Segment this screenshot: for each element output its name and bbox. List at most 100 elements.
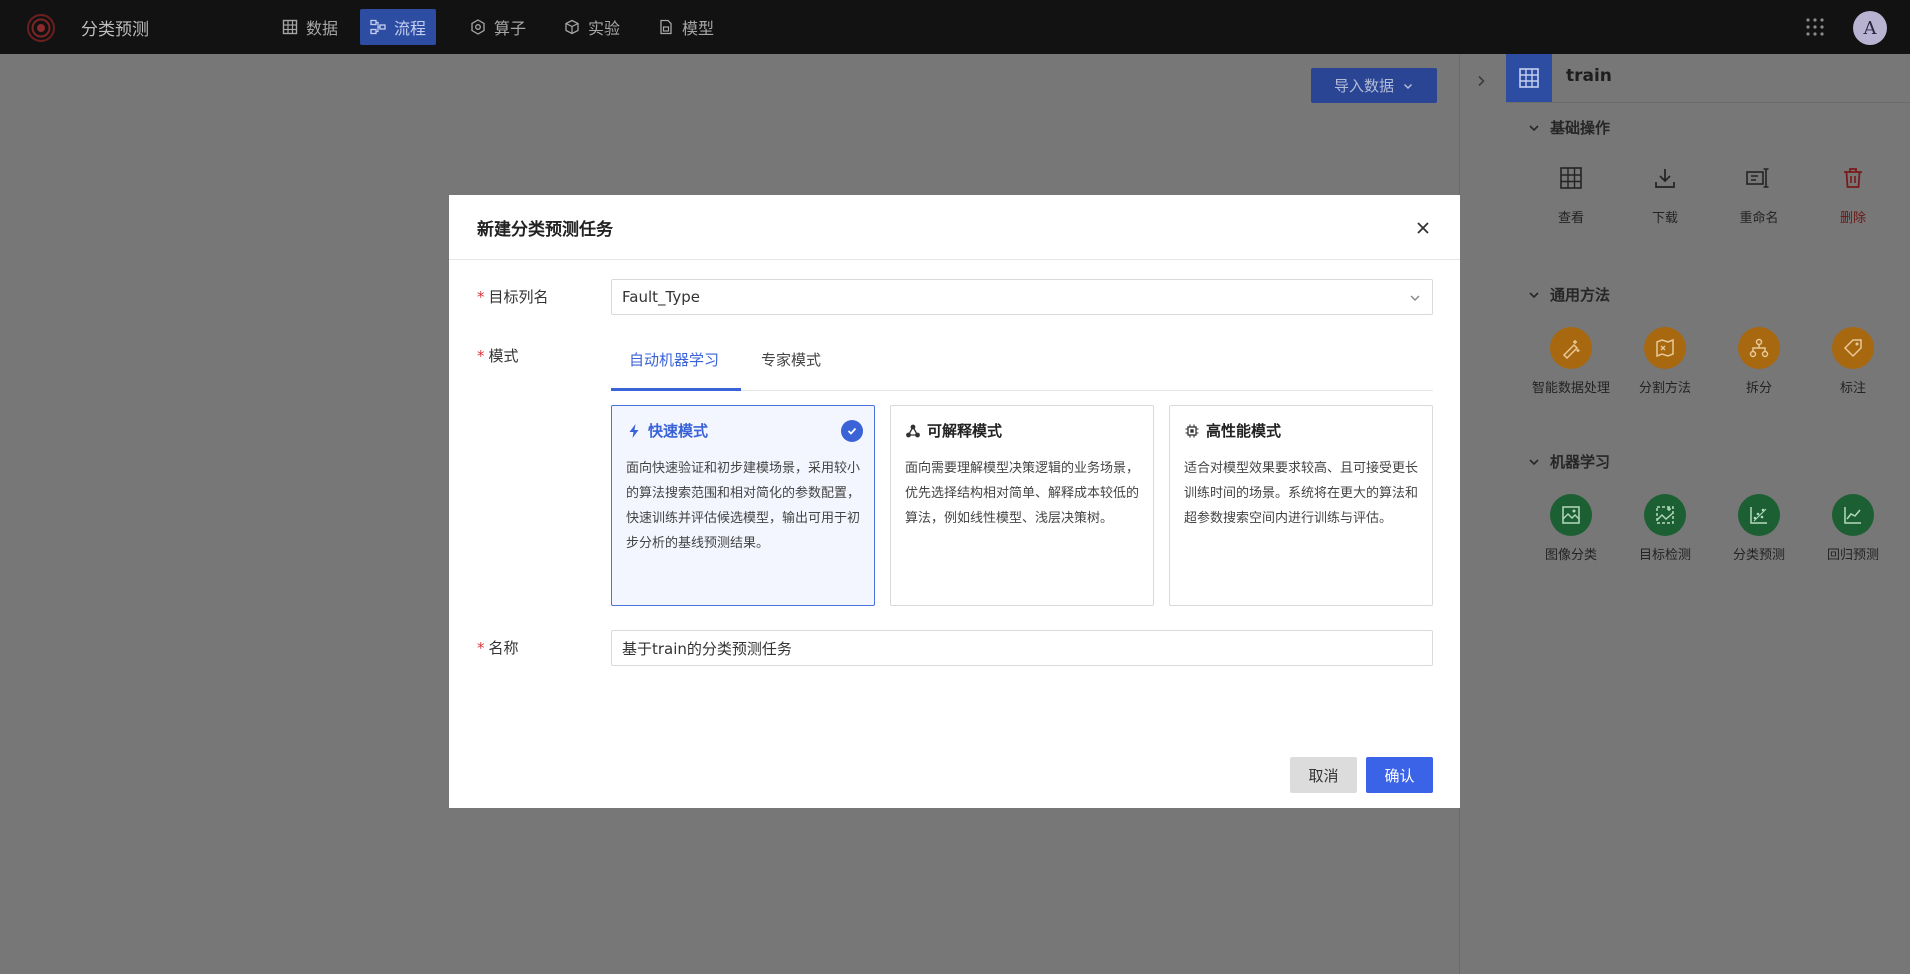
input-value: 基于train的分类预测任务 [622, 639, 792, 658]
apps-grid-icon[interactable] [1805, 17, 1825, 37]
tool-regression-prediction[interactable]: 回归预测 [1808, 494, 1898, 563]
card-description: 适合对模型效果要求较高、且可接受更长训练时间的场景。系统将在更大的算法和超参数搜… [1184, 461, 1419, 526]
tool-annotate[interactable]: 标注 [1808, 327, 1898, 396]
table-icon [282, 19, 298, 35]
label-text: 名称 [488, 639, 519, 657]
nav-item-label: 流程 [394, 19, 427, 38]
dataset-name: train [1566, 66, 1612, 86]
rename-icon [1746, 168, 1769, 188]
tab-automl[interactable]: 自动机器学习 [629, 349, 719, 386]
scatter-chart-icon [1750, 507, 1767, 524]
tool-rename[interactable]: 重命名 [1714, 157, 1804, 226]
tool-label: 拆分 [1745, 381, 1772, 396]
tool-object-detection[interactable]: 目标检测 [1620, 494, 1710, 563]
top-bar: 分类预测 数据 流程 算子 实验 模型 A [0, 0, 1910, 54]
app-logo-icon[interactable] [26, 13, 56, 43]
tool-label: 下载 [1651, 211, 1678, 226]
new-task-modal: 新建分类预测任务 * 目标列名 Fault_Type * 模式 自动机器学习 专家模… [449, 195, 1460, 808]
close-button[interactable] [1412, 217, 1434, 239]
card-description: 面向快速验证和初步建模场景，采用较小的算法搜索范围和相对简化的参数配置，快速训练… [626, 461, 861, 551]
task-name-input[interactable]: 基于train的分类预测任务 [611, 630, 1433, 666]
tool-delete[interactable]: 删除 [1808, 157, 1898, 226]
tool-classification-prediction[interactable]: 分类预测 [1714, 494, 1804, 563]
modal-divider [449, 259, 1460, 260]
chevron-down-icon [1529, 124, 1539, 131]
section-title: 基础操作 [1550, 119, 1611, 137]
object-detect-icon [1656, 506, 1674, 524]
nav-item-models[interactable]: 模型 [648, 9, 724, 45]
map-split-icon [1656, 338, 1674, 358]
model-icon [660, 19, 672, 35]
card-title-text: 高性能模式 [1206, 422, 1282, 440]
nav-item-label: 模型 [682, 19, 715, 38]
tool-label: 分类预测 [1732, 548, 1785, 563]
mode-tabs: 自动机器学习 专家模式 [611, 335, 1433, 391]
label-text: 目标列名 [488, 288, 549, 306]
cube-icon [565, 19, 579, 35]
chevron-right-icon[interactable] [1474, 74, 1488, 88]
nav-item-label: 数据 [306, 19, 339, 38]
nav-item-experiments[interactable]: 实验 [554, 9, 630, 45]
select-value: Fault_Type [622, 288, 700, 306]
mode-label: * 模式 [477, 345, 519, 366]
import-data-label: 导入数据 [1333, 77, 1394, 95]
card-title-text: 快速模式 [648, 422, 709, 440]
target-column-select[interactable]: Fault_Type [611, 279, 1433, 315]
cancel-button[interactable]: 取消 [1290, 757, 1357, 793]
dataset-table-icon [1506, 54, 1552, 102]
tool-image-classification[interactable]: 图像分类 [1526, 494, 1616, 563]
mode-card-fast[interactable]: 快速模式 面向快速验证和初步建模场景，采用较小的算法搜索范围和相对简化的参数配置… [611, 405, 875, 606]
tool-smart-data-processing[interactable]: 智能数据处理 [1526, 327, 1616, 396]
name-label: * 名称 [477, 637, 519, 658]
label-text: 模式 [488, 347, 519, 365]
nav-item-data[interactable]: 数据 [272, 9, 348, 45]
tab-expert-mode[interactable]: 专家模式 [761, 349, 821, 386]
tool-label: 删除 [1839, 211, 1866, 226]
tool-label: 目标检测 [1638, 548, 1691, 563]
tool-label: 回归预测 [1826, 548, 1879, 563]
app-title: 分类预测 [81, 20, 149, 40]
chevron-down-icon [1529, 291, 1539, 298]
section-title: 通用方法 [1550, 286, 1611, 304]
mode-card-explainable[interactable]: 可解释模式 面向需要理解模型决策逻辑的业务场景，优先选择结构相对简单、解释成本较… [890, 405, 1154, 606]
nav-item-operators[interactable]: 算子 [460, 9, 536, 45]
chevron-down-icon [1529, 458, 1539, 465]
flow-icon [370, 19, 386, 35]
chip-icon [1185, 424, 1199, 437]
import-data-button[interactable]: 导入数据 [1311, 68, 1437, 103]
tool-download[interactable]: 下载 [1620, 157, 1710, 226]
nav-item-flow[interactable]: 流程 [360, 9, 437, 45]
required-mark: * [477, 288, 485, 306]
required-mark: * [477, 639, 485, 657]
gear-hex-icon [471, 19, 485, 35]
trash-icon [1844, 168, 1862, 188]
selected-check-icon [841, 420, 863, 442]
section-general-methods[interactable]: 通用方法 [1528, 284, 1610, 305]
table-icon [1560, 167, 1582, 189]
confirm-button[interactable]: 确认 [1366, 757, 1433, 793]
section-machine-learning[interactable]: 机器学习 [1528, 451, 1610, 472]
tool-label: 重命名 [1739, 211, 1779, 226]
close-icon [1417, 222, 1429, 234]
card-description: 面向需要理解模型决策逻辑的业务场景，优先选择结构相对简单、解释成本较低的算法，例… [905, 461, 1140, 526]
tag-icon [1843, 339, 1862, 358]
line-chart-icon [1844, 507, 1861, 524]
chevron-down-icon [1403, 83, 1413, 89]
branch-icon [1749, 338, 1769, 358]
tool-label: 智能数据处理 [1531, 381, 1610, 396]
tool-split[interactable]: 拆分 [1714, 327, 1804, 396]
tool-view[interactable]: 查看 [1526, 157, 1616, 226]
section-basic-ops[interactable]: 基础操作 [1528, 117, 1610, 138]
card-title-text: 可解释模式 [927, 422, 1003, 440]
lightning-icon [629, 423, 639, 438]
user-avatar[interactable]: A [1853, 11, 1887, 45]
chevron-down-icon [1410, 295, 1420, 301]
tool-label: 标注 [1839, 381, 1866, 396]
mode-card-high-performance[interactable]: 高性能模式 适合对模型效果要求较高、且可接受更长训练时间的场景。系统将在更大的算… [1169, 405, 1433, 606]
card-title: 高性能模式 [1184, 420, 1281, 441]
target-column-label: * 目标列名 [477, 286, 549, 307]
card-title: 可解释模式 [905, 420, 1002, 441]
tool-split-method[interactable]: 分割方法 [1620, 327, 1710, 396]
nav-item-label: 算子 [494, 19, 527, 38]
nodes-icon [906, 424, 920, 437]
